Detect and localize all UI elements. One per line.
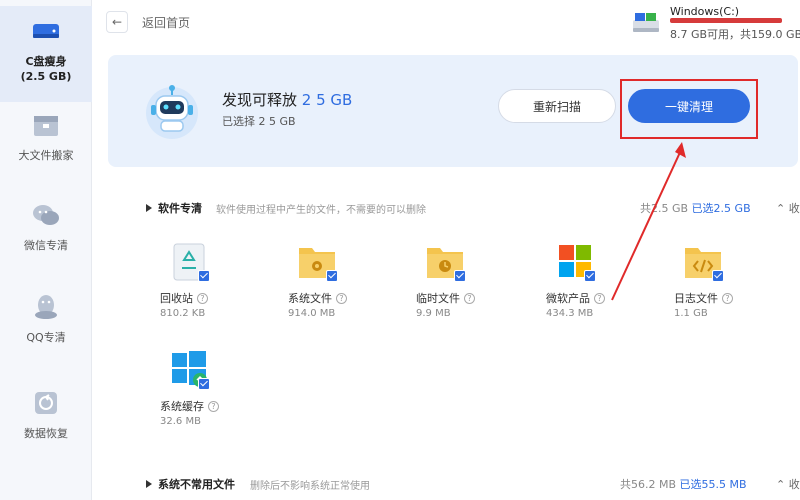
section-total-size: 共56.2 MB [620,478,677,491]
item-name: 临时文件? [416,290,475,306]
section-description: 删除后不影响系统正常使用 [250,481,370,492]
robot-icon [146,85,198,139]
sidebar-item-label: QQ专清 [26,331,66,344]
sidebar-item-large-file-move[interactable]: 大文件搬家 [0,108,92,178]
release-size: 2 5 GB [301,91,353,109]
clean-item-system-files[interactable]: 系统文件? 914.0 MB [288,240,378,330]
item-size: 1.1 GB [674,308,708,319]
disk-status: Windows(C:) 8.7 GB可用，共159.0 GB [632,4,800,41]
checkbox[interactable] [712,270,724,282]
collapse-toggle[interactable]: ⌃ 收起 [776,476,800,492]
section-total: 共2.5 GB 已选2.5 GB [640,200,751,216]
arrow-left-icon: ← [111,15,123,29]
item-size: 434.3 MB [546,308,594,319]
sidebar-item-label: 大文件搬家 [18,149,74,162]
topbar: ← 返回首页 Windows(C:) 8.7 GB可用，共159.0 GB [92,0,800,44]
help-icon[interactable]: ? [594,293,605,304]
sidebar-item-c-slim[interactable]: C盘瘦身 (2.5 GB) [0,6,92,102]
section-title: 系统不常用文件 [158,478,235,491]
item-size: 32.6 MB [160,416,201,427]
section-software-clean[interactable]: 软件专清 软件使用过程中产生的文件，不需要的可以删除 共2.5 GB 已选2.5… [146,200,800,218]
clean-item-microsoft-products[interactable]: 微软产品? 434.3 MB [546,240,636,330]
release-title-prefix: 发现可释放 [222,91,298,109]
section-system-rarely-used[interactable]: 系统不常用文件 删除后不影响系统正常使用 共56.2 MB 已选55.5 MB … [146,476,800,494]
section-description: 软件使用过程中产生的文件，不需要的可以删除 [216,205,426,216]
clean-item-recycle-bin[interactable]: 回收站? 810.2 KB [160,240,250,330]
back-button[interactable]: ← [106,11,128,33]
section-selected-size: 已选55.5 MB [679,478,747,491]
expand-triangle-icon [146,204,152,212]
section-total-size: 共2.5 GB [640,202,689,215]
release-title: 发现可释放 2 5 GB [222,89,352,110]
sidebar-item-label: 数据恢复 [24,427,68,440]
rescan-button[interactable]: 重新扫描 [498,89,616,123]
collapse-label: 收起 [788,202,800,215]
chevron-up-icon: ⌃ [776,202,786,215]
chevron-up-icon: ⌃ [776,478,786,491]
qq-icon [35,295,57,319]
section-selected-size: 已选2.5 GB [691,202,751,215]
selected-size: 已选择 2 5 GB [222,115,296,128]
checkbox[interactable] [326,270,338,282]
item-name: 日志文件? [674,290,733,306]
box-icon [34,116,58,136]
disk-icon [33,24,59,38]
item-size: 914.0 MB [288,308,336,319]
help-icon[interactable]: ? [722,293,733,304]
drive-icon [633,13,659,32]
main-panel: ← 返回首页 Windows(C:) 8.7 GB可用，共159.0 GB 发现… [92,0,800,500]
section-title: 软件专清 [158,202,202,215]
checkbox[interactable] [198,378,210,390]
sidebar-item-wechat[interactable]: 微信专清 [0,198,92,268]
restore-icon [35,392,57,414]
item-name: 系统缓存? [160,398,219,414]
one-click-clean-button[interactable]: 一键清理 [628,89,750,123]
scan-result-banner: 发现可释放 2 5 GB 已选择 2 5 GB 重新扫描 一键清理 [108,55,798,167]
help-icon[interactable]: ? [336,293,347,304]
help-icon[interactable]: ? [197,293,208,304]
clean-item-log-files[interactable]: 日志文件? 1.1 GB [674,240,764,330]
sidebar-item-qq[interactable]: QQ专清 [0,290,92,360]
sidebar-item-label: 微信专清 [24,239,68,252]
item-size: 9.9 MB [416,308,451,319]
disk-usage-bar [670,18,782,23]
sidebar-item-label: C盘瘦身 [25,55,67,68]
disk-name: Windows(C:) [670,5,740,18]
sidebar-item-data-recovery[interactable]: 数据恢复 [0,386,92,456]
disk-info: 8.7 GB可用，共159.0 GB [670,28,800,41]
item-name: 回收站? [160,290,208,306]
collapse-label: 收起 [788,478,800,491]
checkbox[interactable] [454,270,466,282]
checkbox[interactable] [198,270,210,282]
clean-item-system-cache[interactable]: 系统缓存? 32.6 MB [160,348,250,438]
item-size: 810.2 KB [160,308,206,319]
section-total: 共56.2 MB 已选55.5 MB [620,476,747,492]
expand-triangle-icon [146,480,152,488]
sidebar: C盘瘦身 (2.5 GB) 大文件搬家 微信专清 QQ专清 数据恢复 [0,0,92,500]
item-name: 系统文件? [288,290,347,306]
help-icon[interactable]: ? [464,293,475,304]
back-home-link[interactable]: 返回首页 [142,14,190,31]
clean-item-temp-files[interactable]: 临时文件? 9.9 MB [416,240,506,330]
sidebar-item-sub: (2.5 GB) [20,70,72,83]
checkbox[interactable] [584,270,596,282]
item-name: 微软产品? [546,290,605,306]
collapse-toggle[interactable]: ⌃ 收起 [776,200,800,216]
wechat-icon [33,205,59,225]
help-icon[interactable]: ? [208,401,219,412]
